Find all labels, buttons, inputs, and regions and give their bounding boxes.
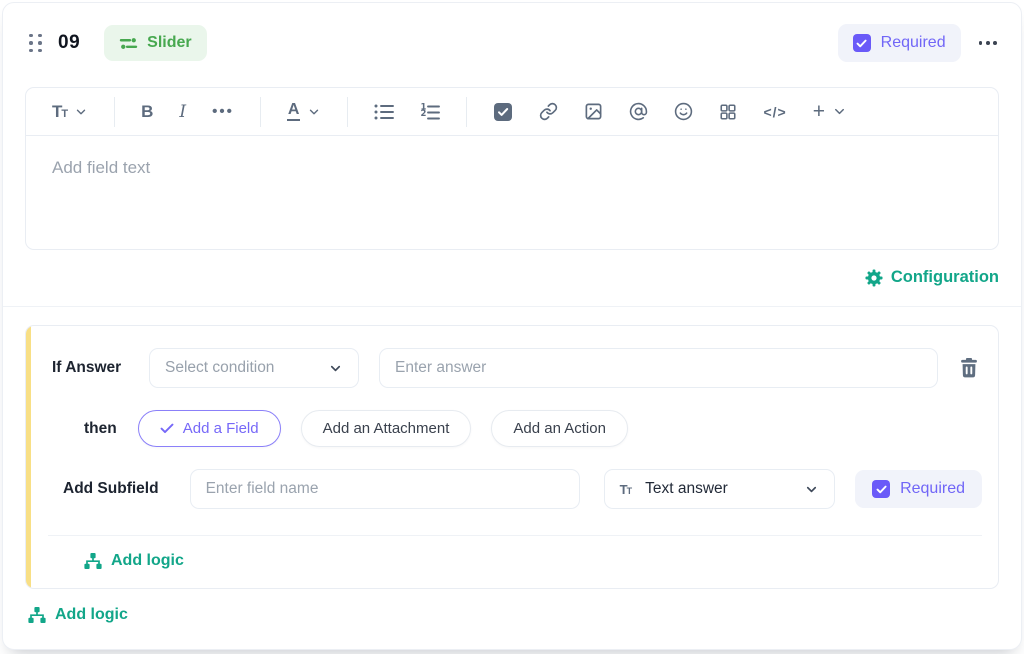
task-list-button[interactable] — [480, 95, 526, 129]
subfield-name-input[interactable] — [190, 469, 580, 509]
chevron-down-icon — [832, 104, 847, 119]
toolbar-divider — [466, 97, 467, 127]
footer-row: Add logic — [25, 606, 999, 624]
logic-accent-stripe — [26, 326, 31, 588]
text-style-icon: TT — [52, 102, 67, 122]
delete-condition-button[interactable] — [960, 358, 978, 378]
bold-button[interactable]: B — [128, 95, 166, 129]
add-attachment-label: Add an Attachment — [323, 420, 450, 437]
add-field-option[interactable]: Add a Field — [138, 410, 281, 447]
subfield-required-label: Required — [900, 480, 965, 498]
subfield-row: Add Subfield TT Text answer Required — [40, 469, 982, 509]
field-header: 09 Slider Required — [25, 23, 999, 63]
subfield-type-select[interactable]: TT Text answer — [604, 469, 835, 509]
chevron-down-icon — [74, 105, 88, 119]
add-action-label: Add an Action — [513, 420, 606, 437]
link-icon — [539, 102, 558, 121]
subfield-type-value: Text answer — [645, 480, 728, 498]
mention-button[interactable] — [616, 95, 661, 129]
text-type-icon: TT — [620, 482, 631, 497]
chevron-down-icon — [307, 105, 321, 119]
numbered-list-button[interactable]: 1 2 — [407, 95, 453, 129]
field-text-input[interactable] — [26, 136, 998, 249]
plus-icon: + — [813, 101, 825, 122]
logic-card: If Answer Select condition — [25, 325, 999, 589]
mention-icon — [629, 102, 648, 121]
bulleted-list-button[interactable] — [361, 95, 407, 129]
answer-input[interactable] — [379, 348, 938, 388]
image-icon — [584, 102, 603, 121]
trash-icon — [960, 358, 978, 378]
ellipsis-menu-icon[interactable] — [977, 35, 999, 51]
field-type-label: Slider — [147, 34, 191, 52]
add-subfield-label: Add Subfield — [63, 480, 159, 498]
sitemap-icon — [84, 553, 102, 569]
emoji-button[interactable] — [661, 95, 706, 129]
blocks-button[interactable] — [706, 95, 750, 129]
required-label: Required — [881, 34, 946, 52]
insert-button[interactable]: + — [800, 95, 860, 129]
if-answer-label: If Answer — [52, 359, 149, 377]
slider-icon — [119, 36, 138, 51]
text-color-button[interactable]: A — [274, 95, 335, 129]
italic-button[interactable]: I — [166, 95, 199, 129]
more-options-button[interactable]: ••• — [199, 95, 247, 129]
text-color-icon: A — [287, 102, 301, 121]
link-button[interactable] — [526, 95, 571, 129]
condition-row: If Answer Select condition — [40, 348, 982, 388]
gear-icon — [865, 269, 883, 287]
add-logic-link-outer[interactable]: Add logic — [28, 606, 999, 624]
then-row: then Add a Field Add an Attachment Add a… — [40, 410, 982, 447]
drag-handle-icon[interactable] — [25, 30, 46, 57]
toolbar-divider — [347, 97, 348, 127]
code-button[interactable]: </> — [750, 95, 799, 129]
bulleted-list-icon — [374, 103, 394, 121]
toolbar-divider — [114, 97, 115, 127]
add-logic-label: Add logic — [55, 606, 128, 624]
blocks-icon — [719, 103, 737, 121]
add-attachment-option[interactable]: Add an Attachment — [301, 410, 472, 447]
editor-toolbar: TT B I ••• A 1 — [26, 88, 998, 136]
field-type-badge[interactable]: Slider — [104, 25, 206, 61]
section-divider — [3, 306, 1021, 307]
svg-text:2: 2 — [421, 109, 427, 119]
field-editor-card: 09 Slider Required — [2, 2, 1022, 650]
sitemap-icon — [28, 607, 46, 623]
add-logic-label: Add logic — [111, 552, 184, 570]
condition-select[interactable]: Select condition — [149, 348, 359, 388]
checkbox-checked-icon[interactable] — [872, 480, 890, 498]
image-button[interactable] — [571, 95, 616, 129]
then-label: then — [84, 420, 117, 438]
checkbox-checked-icon[interactable] — [853, 34, 871, 52]
subfield-required-toggle[interactable]: Required — [855, 470, 982, 508]
text-style-button[interactable]: TT — [39, 95, 101, 129]
task-list-icon — [493, 102, 513, 122]
add-field-label: Add a Field — [183, 420, 259, 437]
chevron-down-icon — [328, 361, 343, 376]
toolbar-divider — [260, 97, 261, 127]
add-logic-link-inner[interactable]: Add logic — [84, 552, 982, 570]
chevron-down-icon — [804, 482, 819, 497]
field-number: 09 — [58, 32, 80, 54]
configuration-label: Configuration — [891, 268, 999, 287]
numbered-list-icon: 1 2 — [420, 103, 440, 121]
condition-select-value: Select condition — [165, 359, 274, 377]
emoji-icon — [674, 102, 693, 121]
logic-divider — [48, 535, 982, 536]
required-toggle[interactable]: Required — [838, 24, 961, 62]
configuration-link[interactable]: Configuration — [865, 268, 999, 287]
add-action-option[interactable]: Add an Action — [491, 410, 628, 447]
check-icon — [160, 423, 174, 434]
field-text-editor: TT B I ••• A 1 — [25, 87, 999, 250]
